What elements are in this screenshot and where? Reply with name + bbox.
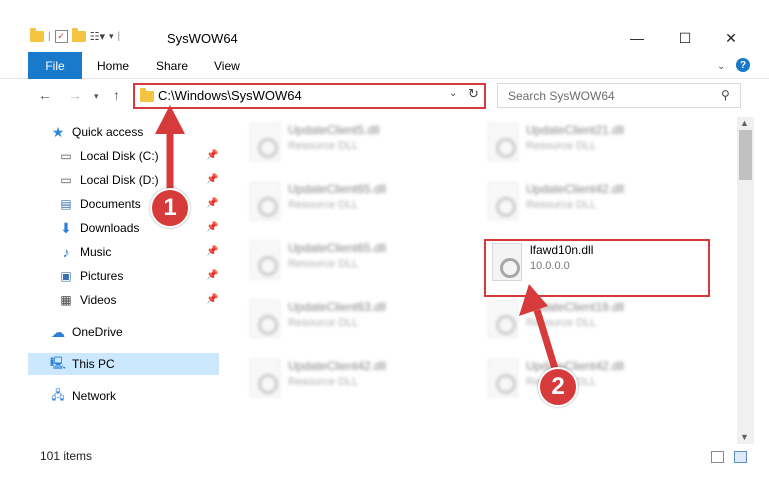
step-badge-1: 1 <box>150 188 190 228</box>
annotation-arrows <box>155 105 560 374</box>
arrow-2 <box>519 284 560 374</box>
step-badge-2: 2 <box>538 367 578 407</box>
arrow-1 <box>155 105 185 195</box>
